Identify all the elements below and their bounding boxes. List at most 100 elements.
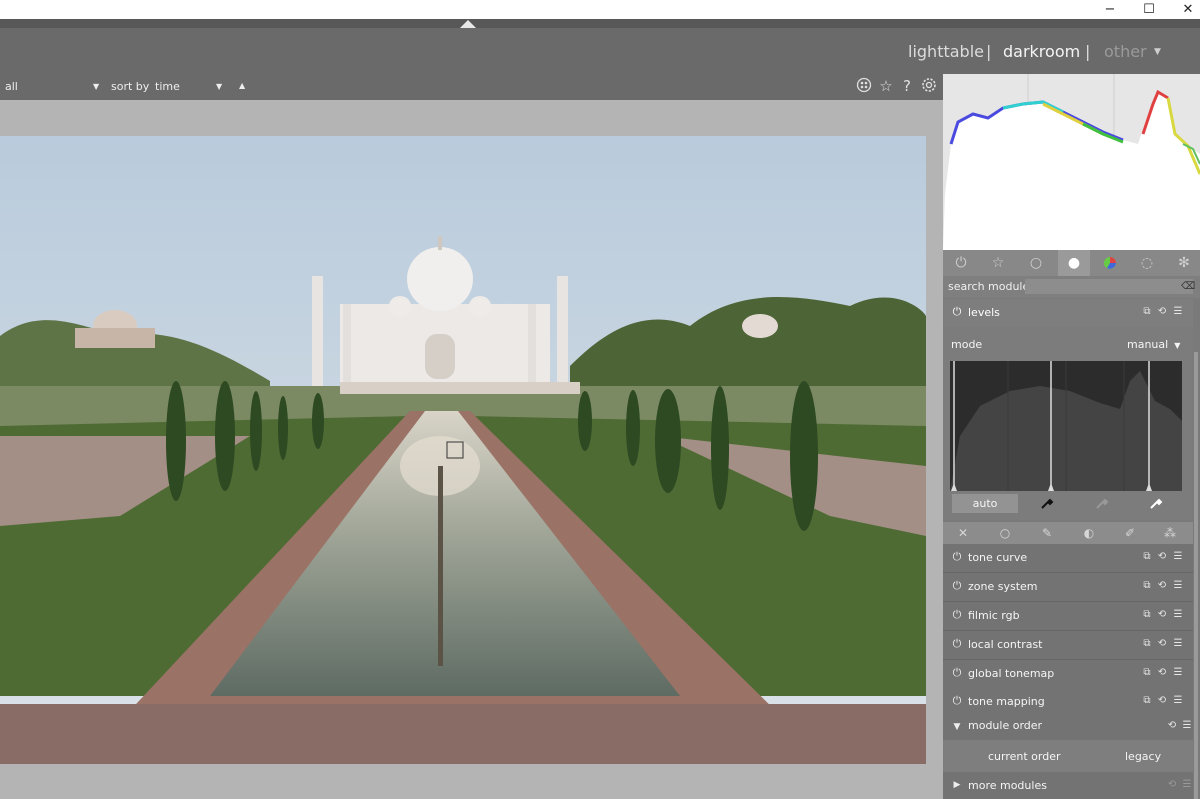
multi-instance-icon[interactable]: ⧉ xyxy=(1141,608,1153,622)
reset-icon[interactable]: ⟲ xyxy=(1156,666,1168,680)
histogram[interactable] xyxy=(943,74,1200,250)
view-lighttable[interactable]: lighttable xyxy=(908,42,984,61)
presets-icon[interactable]: ☰ xyxy=(1172,305,1184,319)
power-icon[interactable]: ⏻ xyxy=(945,250,977,276)
legacy-order-button[interactable]: legacy xyxy=(1125,750,1161,763)
more-modules-header[interactable]: ▶ more modules ⟲ ☰ xyxy=(943,772,1193,799)
reset-icon[interactable]: ⟲ xyxy=(1156,550,1168,564)
drawn-mask-icon[interactable]: ✎ xyxy=(1033,522,1061,544)
multi-instance-icon[interactable]: ⧉ xyxy=(1141,694,1153,708)
filter-select[interactable]: all xyxy=(5,80,18,93)
power-icon[interactable]: ⏻ xyxy=(950,550,964,564)
multi-instance-icon[interactable]: ⧉ xyxy=(1141,666,1153,680)
module-local-contrast[interactable]: ⏻ local contrast ⧉ ⟲ ☰ xyxy=(943,631,1193,660)
styles-icon[interactable] xyxy=(855,77,873,95)
module-tone-mapping[interactable]: ⏻ tone mapping ⧉ ⟲ ☰ xyxy=(943,688,1193,715)
help-icon[interactable]: ? xyxy=(898,77,916,95)
module-order-header[interactable]: ▼ module order ⟲ ☰ xyxy=(943,714,1193,740)
presets-icon[interactable]: ☰ xyxy=(1172,637,1184,651)
presets-icon[interactable]: ☰ xyxy=(1172,666,1184,680)
multi-instance-icon[interactable]: ⧉ xyxy=(1141,637,1153,651)
reset-icon[interactable]: ⟲ xyxy=(1156,305,1168,319)
module-header-levels[interactable]: ⏻ levels ⧉ ⟲ ☰ xyxy=(943,299,1193,327)
power-icon[interactable]: ⏻ xyxy=(950,608,964,622)
reset-icon[interactable]: ⟲ xyxy=(1156,608,1168,622)
minimize-button[interactable]: − xyxy=(1096,0,1124,19)
view-separator: | xyxy=(986,42,992,61)
photo-preview[interactable] xyxy=(0,136,926,764)
module-title: global tonemap xyxy=(968,667,1055,680)
multi-instance-icon[interactable]: ⧉ xyxy=(1141,305,1153,319)
presets-icon[interactable]: ☰ xyxy=(1172,550,1184,564)
triangle-right-icon: ▶ xyxy=(953,780,961,790)
black-picker-icon[interactable] xyxy=(1037,493,1057,513)
gear-icon[interactable] xyxy=(920,77,938,95)
view-separator: | xyxy=(1085,42,1091,61)
search-label: search module xyxy=(948,280,1030,293)
presets-icon[interactable]: ☰ xyxy=(1181,778,1193,792)
multi-instance-icon[interactable]: ⧉ xyxy=(1141,550,1153,564)
chevron-down-icon[interactable]: ▼ xyxy=(216,82,222,91)
correct-group-icon[interactable]: ◌ xyxy=(1131,250,1163,276)
module-title: levels xyxy=(968,306,1000,319)
white-picker-icon[interactable] xyxy=(1146,493,1166,513)
effects-group-icon[interactable]: ✻ xyxy=(1168,250,1200,276)
module-title: tone mapping xyxy=(968,695,1045,708)
levels-graph[interactable] xyxy=(950,361,1182,491)
collapse-top-panel-icon[interactable] xyxy=(460,20,476,28)
module-order-title: module order xyxy=(968,719,1043,732)
current-order-label: current order xyxy=(988,750,1061,763)
power-icon[interactable]: ⏻ xyxy=(950,579,964,593)
panel-scrollbar[interactable] xyxy=(1194,352,1198,799)
triangle-down-icon: ▼ xyxy=(953,722,961,732)
mode-select[interactable]: manual ▼ xyxy=(1127,338,1180,351)
reset-icon[interactable]: ⟲ xyxy=(1156,694,1168,708)
view-other[interactable]: other xyxy=(1104,42,1147,61)
grey-picker-icon[interactable] xyxy=(1092,493,1112,513)
reset-icon[interactable]: ⟲ xyxy=(1156,579,1168,593)
presets-icon[interactable]: ☰ xyxy=(1172,694,1184,708)
chevron-down-icon: ▼ xyxy=(1174,341,1181,350)
presets-icon[interactable]: ☰ xyxy=(1172,579,1184,593)
presets-icon[interactable]: ☰ xyxy=(1181,719,1193,733)
module-title: zone system xyxy=(968,580,1038,593)
uniform-mask-icon[interactable]: ○ xyxy=(991,522,1019,544)
top-panel-border xyxy=(0,19,1200,28)
close-button[interactable]: ✕ xyxy=(1174,0,1200,19)
module-global-tonemap[interactable]: ⏻ global tonemap ⧉ ⟲ ☰ xyxy=(943,660,1193,689)
multi-instance-icon[interactable]: ⧉ xyxy=(1141,579,1153,593)
clear-icon[interactable]: ⌫ xyxy=(1181,279,1195,294)
auto-button[interactable]: auto xyxy=(952,494,1018,513)
mode-value: manual xyxy=(1127,338,1169,351)
module-tone-curve[interactable]: ⏻ tone curve ⧉ ⟲ ☰ xyxy=(943,544,1193,573)
drawn-parametric-mask-icon[interactable]: ✐ xyxy=(1116,522,1144,544)
power-icon[interactable]: ⏻ xyxy=(950,637,964,651)
power-icon[interactable]: ⏻ xyxy=(950,305,964,319)
maximize-button[interactable]: ☐ xyxy=(1135,0,1163,19)
module-filmic-rgb[interactable]: ⏻ filmic rgb ⧉ ⟲ ☰ xyxy=(943,602,1193,631)
star-icon[interactable]: ☆ xyxy=(982,250,1014,276)
reset-icon[interactable]: ⟲ xyxy=(1166,719,1178,733)
power-icon[interactable]: ⏻ xyxy=(950,694,964,708)
reset-icon[interactable]: ⟲ xyxy=(1156,637,1168,651)
star-icon[interactable]: ☆ xyxy=(877,77,895,95)
circle-icon[interactable]: ○ xyxy=(1020,250,1052,276)
module-title: tone curve xyxy=(968,551,1028,564)
mode-label: mode xyxy=(951,338,983,351)
reset-icon[interactable]: ⟲ xyxy=(1166,778,1178,792)
chevron-down-icon[interactable]: ▼ xyxy=(1154,47,1161,57)
color-group-icon[interactable] xyxy=(1094,250,1126,276)
raster-mask-icon[interactable]: ⁂ xyxy=(1156,522,1184,544)
chevron-down-icon[interactable]: ▼ xyxy=(93,82,99,91)
power-icon[interactable]: ⏻ xyxy=(950,666,964,680)
view-darkroom[interactable]: darkroom xyxy=(1003,42,1080,61)
more-modules-title: more modules xyxy=(968,779,1047,792)
module-zone-system[interactable]: ⏻ zone system ⧉ ⟲ ☰ xyxy=(943,573,1193,602)
parametric-mask-icon[interactable]: ◐ xyxy=(1075,522,1103,544)
mask-off-icon[interactable]: ✕ xyxy=(949,522,977,544)
tone-group-icon[interactable]: ● xyxy=(1058,250,1090,276)
sort-order-icon[interactable]: ▲ xyxy=(239,81,245,90)
sort-select[interactable]: time xyxy=(155,80,180,93)
presets-icon[interactable]: ☰ xyxy=(1172,608,1184,622)
search-input[interactable] xyxy=(1025,279,1193,294)
